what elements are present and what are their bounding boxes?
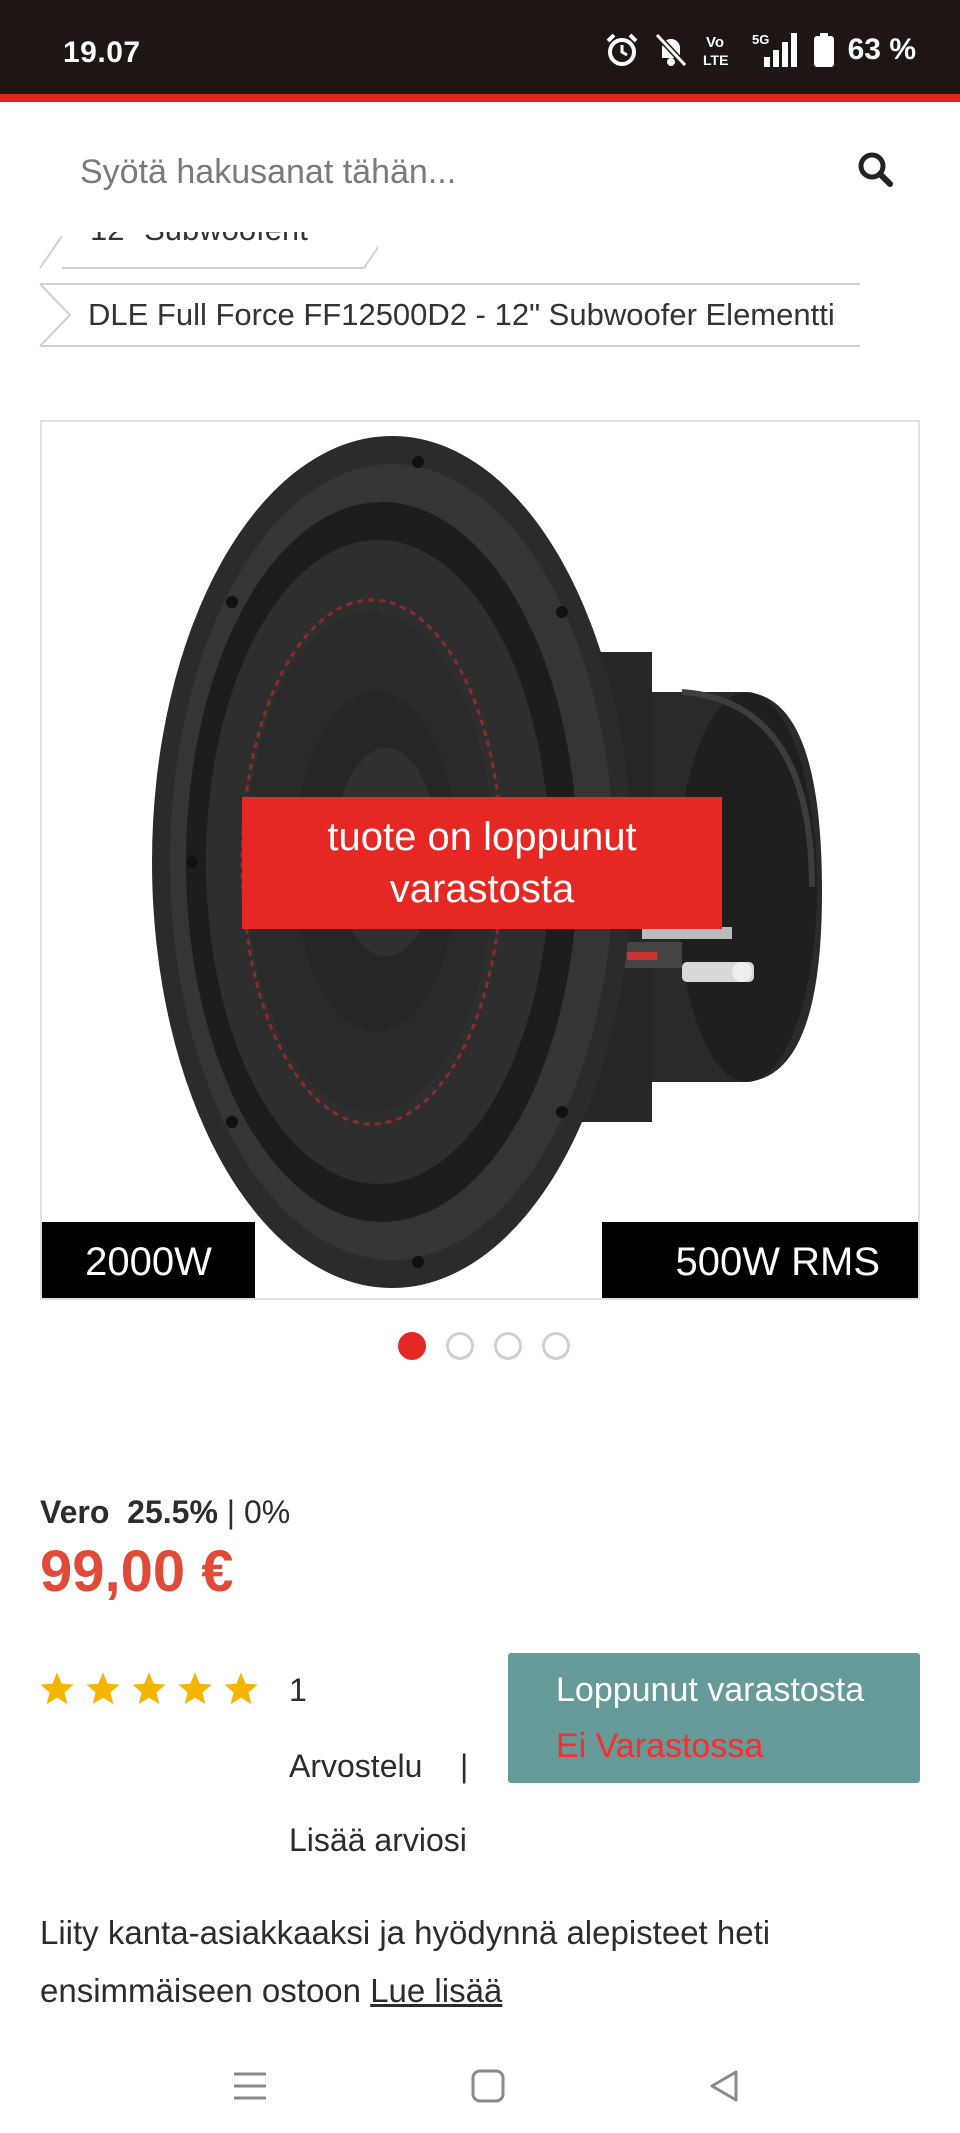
tax-separator: |: [226, 1494, 236, 1530]
menu-icon[interactable]: [232, 2068, 268, 2104]
tax-rate[interactable]: 25.5%: [127, 1494, 218, 1530]
reviews-link[interactable]: Arvostelu: [289, 1748, 422, 1785]
product-price: 99,00 €: [40, 1539, 234, 1604]
rating-count: 1: [289, 1672, 307, 1708]
alarm-icon: [606, 33, 638, 66]
stock-status: Ei Varastossa: [556, 1727, 764, 1765]
breadcrumb-label: DLE Full Force FF12500D2 - 12" Subwoofer…: [88, 297, 835, 332]
loyalty-info: Liity kanta-asiakkaaksi ja hyödynnä alep…: [40, 1904, 920, 2020]
rating-stars: [38, 1670, 260, 1708]
tax-alt[interactable]: 0%: [244, 1494, 290, 1530]
tax-label: Vero: [40, 1494, 110, 1530]
out-of-stock-banner-line1: tuote on loppunut: [327, 815, 637, 859]
out-of-stock-banner-line2: varastosta: [389, 867, 575, 911]
stock-button-label: Loppunut varastosta: [556, 1671, 865, 1709]
search-bar: [0, 102, 960, 232]
star-icon: [132, 1672, 166, 1705]
breadcrumb: 12" Subwooferit DLE Full Force FF12500D2…: [0, 232, 960, 352]
gallery-dot-3[interactable]: [494, 1332, 522, 1360]
status-time: 19.07: [63, 36, 141, 69]
status-bar: 19.07 Vo LTE 5G 63 %: [0, 0, 960, 94]
read-more-link[interactable]: Lue lisää: [370, 1972, 502, 2009]
breadcrumb-label: 12" Subwooferit: [90, 232, 308, 248]
gallery-pagination: [398, 1332, 570, 1360]
bell-off-icon: [654, 32, 687, 68]
status-icons: Vo LTE 5G 63 %: [604, 30, 916, 70]
svg-text:5G: 5G: [752, 32, 769, 47]
gallery-dot-4[interactable]: [542, 1332, 570, 1360]
star-icon: [40, 1672, 74, 1705]
battery-percent: 63 %: [847, 33, 916, 66]
product-image-gallery[interactable]: tuote on loppunut varastosta 2000W 500W …: [40, 420, 920, 1300]
star-icon: [224, 1672, 258, 1705]
tax-info: Vero 25.5% | 0%: [40, 1494, 290, 1531]
breadcrumb-item-category[interactable]: 12" Subwooferit: [38, 232, 378, 272]
gallery-dot-1[interactable]: [398, 1332, 426, 1360]
home-icon[interactable]: [470, 2068, 506, 2104]
svg-text:Vo: Vo: [706, 34, 724, 51]
header-accent-line: [0, 94, 960, 102]
breadcrumb-item-product[interactable]: DLE Full Force FF12500D2 - 12" Subwoofer…: [38, 282, 862, 348]
rms-power-badge: 500W RMS: [602, 1222, 918, 1298]
back-icon[interactable]: [706, 2068, 742, 2104]
gallery-dot-2[interactable]: [446, 1332, 474, 1360]
star-icon: [86, 1672, 120, 1705]
svg-text:LTE: LTE: [703, 52, 728, 68]
system-nav-bar: [0, 2040, 960, 2133]
search-input[interactable]: [80, 148, 840, 196]
signal-5g-icon: 5G: [752, 32, 797, 67]
volte-icon: Vo LTE: [703, 34, 728, 68]
battery-icon: [813, 33, 834, 67]
star-icon: [178, 1672, 212, 1705]
review-separator: |: [460, 1748, 469, 1784]
out-of-stock-banner: tuote on loppunut varastosta: [242, 797, 722, 929]
add-review-link[interactable]: Lisää arviosi: [289, 1822, 467, 1859]
peak-power-badge: 2000W: [42, 1222, 255, 1298]
search-icon[interactable]: [856, 150, 896, 190]
out-of-stock-button[interactable]: Loppunut varastosta Ei Varastossa: [508, 1653, 920, 1783]
